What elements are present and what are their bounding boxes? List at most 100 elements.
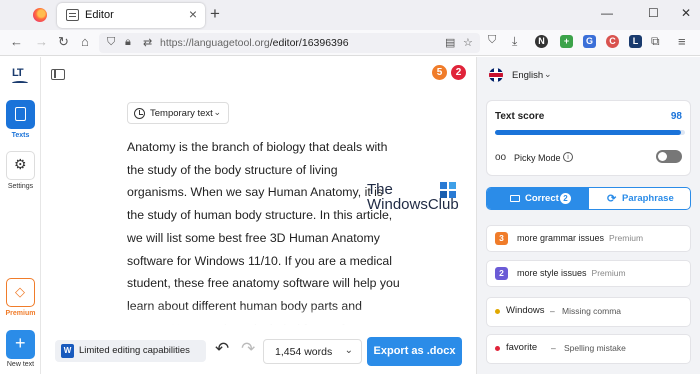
text-mode-dropdown[interactable]: Temporary text ⌄ — [127, 102, 229, 124]
mistake-word: Windows — [506, 305, 545, 316]
issue-count-badge: 2 — [495, 267, 508, 280]
extensions-puzzle-icon[interactable]: ⧉ — [651, 34, 660, 49]
pocket-icon[interactable]: ⛉ — [488, 34, 496, 47]
sidebar-item-premium[interactable]: ◇ — [6, 278, 35, 307]
premium-style-issues-item[interactable]: 2 more style issues Premium — [486, 260, 691, 287]
issue-text: more style issues Premium — [517, 268, 626, 278]
paraphrase-icon: ⟳ — [607, 193, 617, 205]
minimize-button[interactable]: — — [601, 6, 613, 20]
document-icon — [15, 107, 26, 121]
close-window-button[interactable]: ✕ — [681, 6, 691, 20]
mistake-word: favorite — [506, 342, 538, 353]
diamond-icon: ◇ — [15, 284, 25, 299]
shield-icon[interactable]: ⛉ — [107, 36, 115, 49]
lock-icon[interactable]: 🔒︎ — [125, 36, 131, 49]
undo-icon[interactable]: ↶ — [215, 339, 229, 359]
panel-tabs: Correct 2 ⟳ Paraphrase — [486, 187, 691, 210]
tab-correct[interactable]: Correct 2 — [487, 188, 589, 209]
address-bar[interactable]: ⛉ 🔒︎ ⇄ https://languagetool.org/editor/1… — [99, 33, 480, 53]
mistake-item-favorite[interactable]: favorite – Spelling mistake — [486, 334, 691, 364]
word-count-dropdown[interactable]: 1,454 words ⌄ — [263, 339, 362, 364]
tab-correct-label: Correct — [525, 193, 559, 204]
languagetool-editor-app: LT Texts ⚙ Settings ◇ Premium + New text… — [0, 57, 700, 374]
sidebar-item-texts[interactable] — [6, 100, 35, 129]
browser-tab-bar: Editor × + — ☐ ✕ — [0, 0, 700, 30]
text-score-bar-fill — [495, 130, 682, 135]
redo-icon[interactable]: ↷ — [241, 339, 255, 359]
chevron-down-icon: ⌄ — [344, 345, 353, 356]
reload-icon[interactable]: ↻ — [58, 34, 69, 50]
issue-text: more grammar issues Premium — [517, 233, 644, 243]
glasses-icon: oo — [495, 152, 507, 163]
uk-flag-icon — [489, 68, 503, 82]
reader-view-icon[interactable]: ▤ — [445, 36, 455, 49]
sidebar-label-settings: Settings — [7, 183, 34, 190]
extension-grammar-icon[interactable]: G — [583, 35, 596, 48]
mistake-separator: – — [551, 343, 556, 353]
correct-icon — [510, 195, 520, 202]
sidebar-label-premium: Premium — [5, 310, 36, 317]
tab-paraphrase[interactable]: ⟳ Paraphrase — [589, 188, 690, 209]
text-score-bar — [495, 130, 685, 135]
issue-count-badge: 3 — [495, 232, 508, 245]
maximize-button[interactable]: ☐ — [648, 6, 659, 20]
limited-editing-notice[interactable]: W Limited editing capabilities — [55, 340, 206, 362]
errors-badge[interactable]: 2 — [451, 65, 466, 80]
extension-plus-icon[interactable]: + — [560, 35, 573, 48]
permissions-icon[interactable]: ⇄ — [143, 36, 152, 49]
picky-mode-toggle[interactable] — [656, 150, 682, 163]
languagetool-logo[interactable]: LT — [12, 67, 28, 83]
tab-title: Editor — [85, 9, 114, 21]
plus-icon: + — [15, 333, 26, 353]
export-docx-button[interactable]: Export as .docx — [367, 337, 462, 366]
sidebar-label-new-text: New text — [6, 361, 35, 368]
chevron-down-icon[interactable]: ⌄ — [544, 69, 552, 80]
word-document-icon: W — [61, 344, 74, 358]
editor-bottom-toolbar: W Limited editing capabilities ↶ ↷ 1,454… — [41, 325, 476, 374]
browser-nav-bar: ← → ↻ ⌂ ⛉ 🔒︎ ⇄ https://languagetool.org/… — [0, 30, 700, 56]
extension-languagetool-icon[interactable]: L — [629, 35, 642, 48]
mistake-separator: – — [550, 306, 555, 316]
mistake-dot — [495, 346, 500, 351]
extension-c-icon[interactable]: C — [606, 35, 619, 48]
sidebar-toggle-icon[interactable] — [51, 69, 65, 80]
home-icon[interactable]: ⌂ — [81, 34, 89, 49]
bookmark-star-icon[interactable]: ☆ — [463, 36, 473, 49]
tab-paraphrase-label: Paraphrase — [622, 193, 674, 204]
premium-issues-badge[interactable]: 5 — [432, 65, 447, 80]
left-sidebar: LT Texts ⚙ Settings ◇ Premium + New text — [0, 57, 41, 374]
text-score-label: Text score — [495, 111, 545, 122]
right-panel: English ⌄ Text score 98 oo Picky Mode i … — [476, 57, 700, 374]
premium-grammar-issues-item[interactable]: 3 more grammar issues Premium — [486, 225, 691, 252]
forward-arrow-icon[interactable]: → — [35, 34, 48, 49]
chevron-down-icon: ⌄ — [213, 107, 221, 117]
word-count-label: 1,454 words — [275, 346, 333, 358]
sidebar-item-settings[interactable]: ⚙ — [6, 151, 35, 180]
text-mode-label: Temporary text — [150, 108, 213, 119]
downloads-icon[interactable]: ⤓ — [512, 34, 517, 49]
text-score-value: 98 — [670, 111, 682, 122]
new-tab-button[interactable]: + — [210, 4, 220, 24]
firefox-icon[interactable] — [33, 8, 47, 22]
sidebar-label-texts: Texts — [11, 132, 30, 139]
back-arrow-icon[interactable]: ← — [10, 34, 23, 49]
gear-icon: ⚙ — [14, 156, 27, 172]
mistake-dot — [495, 309, 500, 314]
editor-fade-overlay — [120, 305, 420, 325]
tab-correct-count: 2 — [560, 193, 571, 204]
info-icon[interactable]: i — [563, 152, 573, 162]
watermark-logo-icon — [440, 182, 456, 198]
url-text[interactable]: https://languagetool.org/editor/16396396 — [160, 37, 349, 49]
mistake-description: Missing comma — [562, 306, 622, 316]
mistake-description: Spelling mistake — [564, 343, 626, 353]
sidebar-item-new-text[interactable]: + — [6, 330, 35, 359]
extension-n-icon[interactable]: N — [535, 35, 548, 48]
clock-icon — [134, 108, 145, 119]
tab-page-icon — [66, 9, 79, 21]
language-selector[interactable]: English — [512, 70, 543, 81]
tab-close-icon[interactable]: × — [189, 6, 197, 22]
mistake-item-windows[interactable]: Windows – Missing comma — [486, 297, 691, 327]
menu-icon[interactable]: ≡ — [678, 34, 686, 49]
text-score-card: Text score 98 oo Picky Mode i — [486, 100, 691, 176]
browser-tab-editor[interactable]: Editor × — [57, 3, 205, 28]
